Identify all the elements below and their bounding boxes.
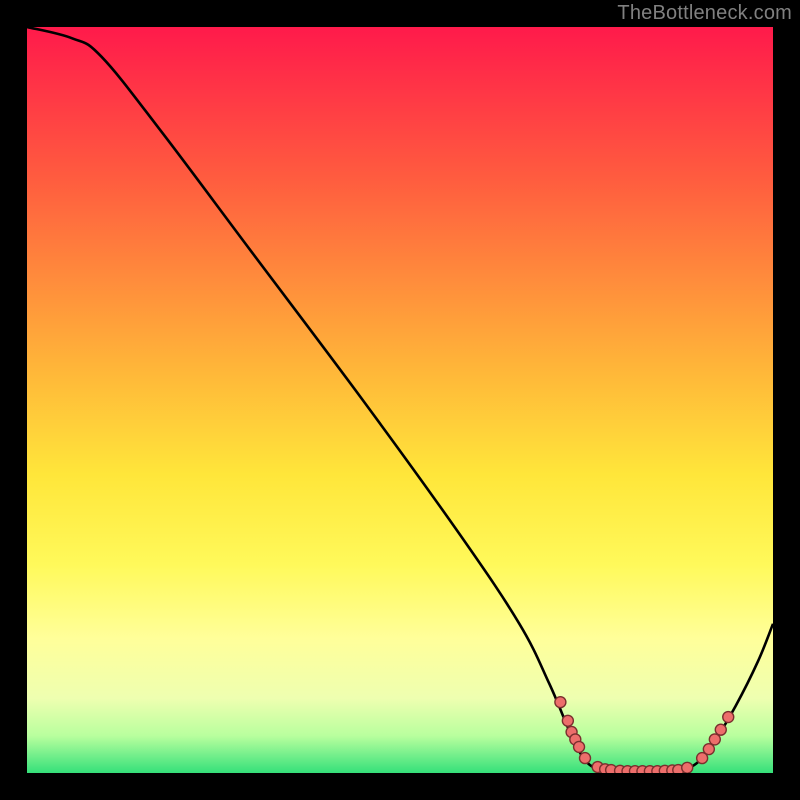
data-marker: [715, 724, 726, 735]
data-marker: [709, 734, 720, 745]
data-marker: [723, 712, 734, 723]
chart-frame: TheBottleneck.com: [0, 0, 800, 800]
attribution-text: TheBottleneck.com: [617, 2, 792, 25]
data-marker: [703, 744, 714, 755]
data-marker: [574, 741, 585, 752]
bottleneck-curve: [27, 27, 773, 772]
data-marker: [580, 753, 591, 764]
plot-area: [27, 27, 773, 773]
data-marker: [682, 762, 693, 773]
data-markers: [555, 697, 734, 773]
data-marker: [562, 715, 573, 726]
data-marker: [555, 697, 566, 708]
curve-overlay: [27, 27, 773, 773]
